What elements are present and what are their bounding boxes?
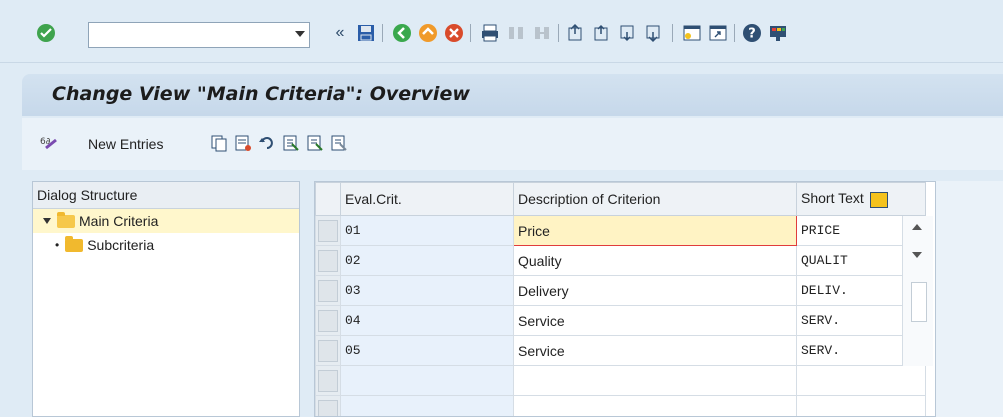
svg-text:?: ? xyxy=(748,27,756,42)
cancel-icon[interactable] xyxy=(444,23,464,43)
table-row[interactable]: 05 Service SERV. xyxy=(315,335,926,366)
tree-item-main-criteria[interactable]: Main Criteria xyxy=(33,209,299,233)
folder-open-icon xyxy=(57,211,75,228)
delete-button[interactable] xyxy=(234,134,252,154)
check-icon[interactable] xyxy=(36,23,56,43)
row-selector[interactable] xyxy=(315,305,341,336)
row-selector[interactable] xyxy=(315,245,341,276)
table-row[interactable] xyxy=(315,395,926,416)
save-icon[interactable] xyxy=(356,23,376,43)
chevron-down-icon[interactable] xyxy=(295,31,305,37)
application-toolbar: 6∂ New Entries xyxy=(22,118,1003,170)
copy-icon xyxy=(210,134,228,155)
page-title: Change View "Main Criteria": Overview xyxy=(52,83,470,105)
select-block-button[interactable] xyxy=(306,134,324,154)
layout-menu-icon[interactable] xyxy=(768,23,788,43)
description-cell[interactable]: Quality xyxy=(513,245,797,276)
display-change-button[interactable]: 6∂ xyxy=(40,134,62,154)
eval-crit-cell[interactable] xyxy=(340,395,514,416)
display-change-icon: 6∂ xyxy=(40,134,62,155)
description-cell[interactable]: Delivery xyxy=(513,275,797,306)
scroll-thumb[interactable] xyxy=(911,282,927,322)
short-text-cell[interactable] xyxy=(796,365,926,396)
description-cell[interactable]: Service xyxy=(513,335,797,366)
table-row[interactable]: 01 Price PRICE xyxy=(315,215,926,246)
table-row[interactable] xyxy=(315,365,926,396)
description-cell[interactable] xyxy=(513,395,797,416)
exit-icon[interactable] xyxy=(418,23,438,43)
eval-crit-cell[interactable]: 04 xyxy=(340,305,514,336)
vertical-scrollbar[interactable] xyxy=(902,216,933,366)
folder-icon xyxy=(65,235,84,252)
dialog-structure-pane: Dialog Structure Main Criteria • Subcrit… xyxy=(32,181,300,417)
deselect-all-icon xyxy=(330,134,348,155)
print-icon[interactable] xyxy=(480,23,500,43)
new-session-icon[interactable] xyxy=(682,23,702,43)
tree-item-label: Subcriteria xyxy=(87,237,155,253)
content-background xyxy=(936,181,1003,417)
eval-crit-cell[interactable]: 03 xyxy=(340,275,514,306)
undo-icon xyxy=(258,134,276,155)
column-header-eval-crit[interactable]: Eval.Crit. xyxy=(340,182,514,216)
row-selector[interactable] xyxy=(315,215,341,246)
deselect-all-button[interactable] xyxy=(330,134,348,154)
command-field[interactable] xyxy=(88,22,310,48)
new-entries-label: New Entries xyxy=(88,136,164,152)
nav-back-icon[interactable] xyxy=(392,23,412,43)
select-all-icon xyxy=(282,134,300,155)
scroll-up-icon[interactable] xyxy=(912,224,922,230)
eval-crit-cell[interactable]: 01 xyxy=(340,215,514,246)
last-page-icon[interactable] xyxy=(644,23,664,43)
expand-triangle-icon[interactable] xyxy=(43,218,51,224)
eval-crit-cell[interactable]: 02 xyxy=(340,245,514,276)
copy-button[interactable] xyxy=(210,134,228,154)
find-icon xyxy=(506,23,526,43)
back-icon[interactable]: « xyxy=(330,23,350,43)
title-bar: Change View "Main Criteria": Overview xyxy=(22,74,1003,116)
system-toolbar: « ? xyxy=(0,0,1003,63)
row-selector-header[interactable] xyxy=(315,182,341,216)
column-settings-icon[interactable] xyxy=(869,191,888,208)
select-all-button[interactable] xyxy=(282,134,300,154)
criteria-table-pane: Eval.Crit. Description of Criterion Shor… xyxy=(314,181,936,417)
row-selector[interactable] xyxy=(315,275,341,306)
eval-crit-cell[interactable] xyxy=(340,365,514,396)
first-page-icon[interactable] xyxy=(566,23,586,43)
undo-button[interactable] xyxy=(258,134,276,154)
table-row[interactable]: 02 Quality QUALIT xyxy=(315,245,926,276)
row-selector[interactable] xyxy=(315,335,341,366)
select-block-icon xyxy=(306,134,324,155)
new-entries-button[interactable]: New Entries xyxy=(88,134,163,154)
bullet-icon: • xyxy=(55,238,60,252)
find-next-icon xyxy=(532,23,552,43)
row-selector[interactable] xyxy=(315,365,341,396)
command-input[interactable] xyxy=(89,23,283,47)
description-cell[interactable] xyxy=(513,365,797,396)
description-cell[interactable]: Service xyxy=(513,305,797,336)
row-selector[interactable] xyxy=(315,395,341,416)
column-header-description[interactable]: Description of Criterion xyxy=(513,182,797,216)
table-row[interactable]: 04 Service SERV. xyxy=(315,305,926,336)
scroll-down-icon[interactable] xyxy=(912,252,922,258)
prev-page-icon[interactable] xyxy=(592,23,612,43)
dialog-structure-header: Dialog Structure xyxy=(33,182,299,209)
description-cell[interactable]: Price xyxy=(513,215,797,246)
tree-item-subcriteria[interactable]: • Subcriteria xyxy=(33,233,299,257)
help-icon[interactable]: ? xyxy=(742,23,762,43)
table-row[interactable]: 03 Delivery DELIV. xyxy=(315,275,926,306)
delete-icon xyxy=(234,134,252,155)
criteria-table: Eval.Crit. Description of Criterion Shor… xyxy=(315,182,926,416)
tree-item-label: Main Criteria xyxy=(79,213,159,229)
column-header-short-text[interactable]: Short Text xyxy=(796,182,926,216)
short-text-cell[interactable] xyxy=(796,395,926,416)
next-page-icon[interactable] xyxy=(618,23,638,43)
eval-crit-cell[interactable]: 05 xyxy=(340,335,514,366)
shortcut-icon[interactable] xyxy=(708,23,728,43)
